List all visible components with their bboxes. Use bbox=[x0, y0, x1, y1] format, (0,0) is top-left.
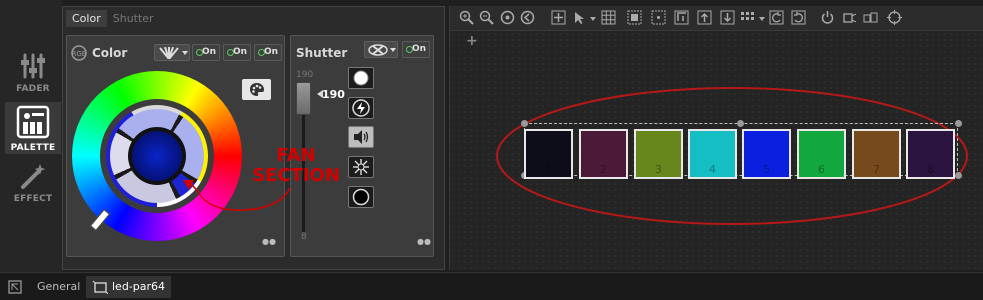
tool-strip: FADER PALETTE EFFECT bbox=[0, 0, 62, 272]
chevron-down-icon bbox=[390, 48, 396, 52]
lightning-icon bbox=[352, 99, 370, 117]
swatch-number: 7 bbox=[873, 163, 880, 176]
bottom-tab-bar: General led-par64 bbox=[0, 272, 983, 300]
select-none-icon[interactable] bbox=[651, 10, 666, 25]
fixture-group-icon[interactable] bbox=[863, 10, 878, 25]
align-top-icon[interactable] bbox=[674, 10, 689, 25]
closed-circle-icon bbox=[352, 188, 370, 206]
palette-swatch[interactable]: 3 bbox=[634, 129, 683, 179]
editor-toolbar bbox=[450, 6, 983, 31]
resize-handle[interactable] bbox=[737, 120, 744, 127]
resize-dots-icon: ●● bbox=[417, 237, 431, 246]
align-up-icon[interactable] bbox=[697, 10, 712, 25]
resize-handle[interactable] bbox=[955, 120, 962, 127]
shutter-mode-dropdown[interactable] bbox=[364, 41, 398, 58]
grid-icon[interactable] bbox=[601, 10, 616, 25]
sidebar-item-label: FADER bbox=[16, 84, 50, 94]
add-item-icon[interactable]: + bbox=[466, 33, 478, 49]
sidebar-item-label: EFFECT bbox=[13, 194, 53, 204]
align-down-icon[interactable] bbox=[720, 10, 735, 25]
resize-handle[interactable] bbox=[955, 172, 962, 179]
sidebar-item-effect[interactable]: EFFECT bbox=[5, 162, 61, 208]
open-circle-icon bbox=[353, 70, 369, 86]
select-all-icon[interactable] bbox=[627, 10, 642, 25]
palette-swatch[interactable]: 2 bbox=[579, 129, 628, 179]
target-icon[interactable] bbox=[887, 10, 902, 25]
zoom-in-icon[interactable] bbox=[459, 10, 474, 25]
swatch-number: 3 bbox=[655, 163, 662, 176]
sidebar-item-fader[interactable]: FADER bbox=[5, 52, 61, 98]
power-icon[interactable] bbox=[820, 10, 835, 25]
slider-max-label: 190 bbox=[296, 70, 314, 80]
shutter-card-title: Shutter bbox=[296, 46, 348, 60]
palette-swatch[interactable]: 4 bbox=[688, 129, 737, 179]
palette-panel: Color Shutter RGB Color On On On ●● Shut… bbox=[62, 6, 445, 270]
resize-dots-icon: ●● bbox=[262, 237, 276, 246]
swatch-number: 6 bbox=[818, 163, 825, 176]
color-picker-button[interactable] bbox=[242, 79, 271, 100]
fixture-tab-icon bbox=[92, 280, 108, 294]
sidebar-item-palette[interactable]: PALETTE bbox=[5, 102, 61, 154]
zoom-reset-icon[interactable] bbox=[500, 10, 515, 25]
palette-swatch[interactable]: 1 bbox=[524, 129, 573, 179]
back-icon[interactable] bbox=[520, 10, 535, 25]
strobe-mode-icon bbox=[368, 44, 388, 56]
sidebar-item-label: PALETTE bbox=[10, 143, 56, 153]
shutter-on-button[interactable]: On bbox=[402, 41, 430, 58]
move-icon[interactable] bbox=[551, 10, 566, 25]
magic-wand-icon bbox=[21, 164, 46, 189]
fan-icon bbox=[159, 47, 179, 59]
redo-icon[interactable] bbox=[791, 10, 806, 25]
sparkle-icon bbox=[353, 159, 369, 175]
slider-value: 190 bbox=[322, 88, 345, 101]
palette-editor-panel: + 1 2 3 4 5 6 7 8 bbox=[449, 6, 983, 270]
swatch-number: 4 bbox=[709, 163, 716, 176]
undo-icon[interactable] bbox=[769, 10, 784, 25]
palette-picker-icon bbox=[250, 83, 264, 96]
layout-icon[interactable] bbox=[8, 280, 22, 294]
annotation-arrow-icon bbox=[183, 180, 291, 211]
swatch-number: 1 bbox=[545, 163, 552, 176]
fixture-icon[interactable] bbox=[842, 10, 857, 25]
chevron-down-icon[interactable] bbox=[759, 17, 765, 21]
tab-general[interactable]: General bbox=[31, 276, 86, 298]
palette-swatch[interactable]: 6 bbox=[797, 129, 846, 179]
color-on-button-1[interactable]: On bbox=[192, 44, 220, 61]
color-card-title: Color bbox=[92, 46, 128, 60]
shutter-open-button[interactable] bbox=[348, 67, 374, 89]
fan-mode-dropdown[interactable] bbox=[154, 44, 190, 61]
speaker-icon bbox=[354, 130, 369, 144]
shutter-closed-button[interactable] bbox=[348, 186, 374, 208]
sound-button[interactable] bbox=[348, 126, 374, 148]
distribute-icon[interactable] bbox=[740, 10, 755, 25]
random-strobe-button[interactable] bbox=[348, 156, 374, 178]
svg-text:RGB: RGB bbox=[71, 50, 86, 58]
color-on-button-3[interactable]: On bbox=[254, 44, 282, 61]
tab-color[interactable]: Color bbox=[66, 10, 107, 27]
swatch-number: 2 bbox=[600, 163, 607, 176]
strobe-button[interactable] bbox=[348, 97, 374, 119]
chevron-down-icon bbox=[182, 51, 188, 55]
tab-shutter[interactable]: Shutter bbox=[107, 10, 160, 27]
swatch-number: 8 bbox=[927, 163, 934, 176]
color-on-button-2[interactable]: On bbox=[223, 44, 251, 61]
slider-min-label: 8 bbox=[301, 232, 307, 242]
zoom-out-icon[interactable] bbox=[479, 10, 494, 25]
palette-swatch[interactable]: 5 bbox=[742, 129, 791, 179]
palette-swatch[interactable]: 8 bbox=[906, 129, 955, 179]
chevron-down-icon[interactable] bbox=[590, 17, 596, 21]
tab-led-par64[interactable]: led-par64 bbox=[86, 276, 172, 298]
select-arrow-icon[interactable] bbox=[572, 10, 587, 25]
resize-handle[interactable] bbox=[521, 120, 528, 127]
shutter-slider-handle[interactable] bbox=[296, 82, 311, 115]
panel-tabs: Color Shutter bbox=[66, 10, 160, 27]
rgb-icon: RGB bbox=[71, 45, 87, 61]
palette-icon bbox=[16, 105, 50, 139]
sliders-icon bbox=[21, 53, 45, 79]
palette-swatch[interactable]: 7 bbox=[852, 129, 901, 179]
swatch-number: 5 bbox=[763, 163, 770, 176]
